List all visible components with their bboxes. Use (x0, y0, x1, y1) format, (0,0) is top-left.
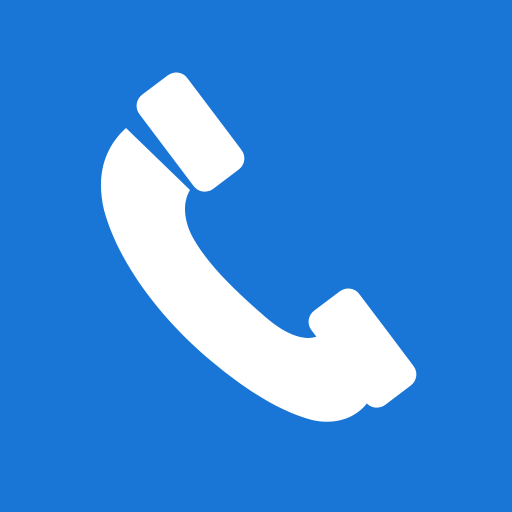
phone-app-icon[interactable] (0, 0, 512, 512)
phone-icon (100, 72, 417, 422)
